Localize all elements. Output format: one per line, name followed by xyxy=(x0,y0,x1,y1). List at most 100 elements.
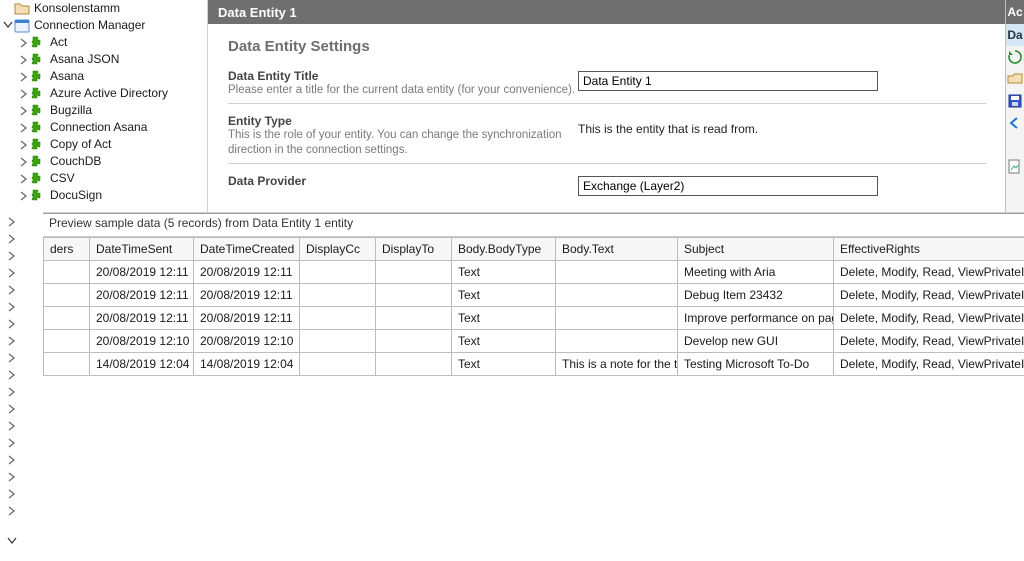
table-cell: Delete, Modify, Read, ViewPrivateI xyxy=(834,353,1024,376)
tree-item[interactable]: CSV xyxy=(0,170,207,187)
expand-icon[interactable] xyxy=(6,404,18,414)
expand-icon[interactable] xyxy=(6,489,18,499)
tree-item[interactable]: Copy of Act xyxy=(0,136,207,153)
preview-grid[interactable]: dersDateTimeSentDateTimeCreatedDisplayCc… xyxy=(43,237,1024,376)
expand-icon[interactable] xyxy=(18,174,30,184)
table-cell: Text xyxy=(452,307,556,330)
column-header[interactable]: DateTimeCreated xyxy=(194,238,300,261)
table-cell: Delete, Modify, Read, ViewPrivateI xyxy=(834,330,1024,353)
collapse-icon[interactable] xyxy=(2,21,14,31)
tree-item-label: Azure Active Directory xyxy=(49,85,168,102)
expand-icon[interactable] xyxy=(6,472,18,482)
table-cell xyxy=(376,353,452,376)
expand-icon[interactable] xyxy=(18,157,30,167)
expand-icon[interactable] xyxy=(18,106,30,116)
table-cell: This is a note for the task xyxy=(556,353,678,376)
connector-icon xyxy=(30,171,46,187)
tree-item[interactable]: Asana JSON xyxy=(0,51,207,68)
expand-icon[interactable] xyxy=(18,55,30,65)
save-icon[interactable] xyxy=(1006,90,1024,112)
table-cell xyxy=(376,284,452,307)
back-icon[interactable] xyxy=(1006,112,1024,134)
column-header[interactable]: DisplayCc xyxy=(300,238,376,261)
tree-item-label: Copy of Act xyxy=(49,136,111,153)
column-header[interactable]: Body.BodyType xyxy=(452,238,556,261)
tree-item-label: Bugzilla xyxy=(49,102,92,119)
table-row[interactable]: 14/08/2019 12:0414/08/2019 12:04 TextThis… xyxy=(44,353,1024,376)
data-provider-input[interactable] xyxy=(578,176,878,196)
table-row[interactable]: 20/08/2019 12:1120/08/2019 12:11TextMeet… xyxy=(44,261,1024,284)
expand-icon[interactable] xyxy=(18,140,30,150)
open-icon[interactable] xyxy=(1006,68,1024,90)
expand-icon[interactable] xyxy=(18,123,30,133)
connection-manager-icon xyxy=(14,18,30,34)
table-cell: 20/08/2019 12:10 xyxy=(194,330,300,353)
expand-icon[interactable] xyxy=(6,387,18,397)
table-cell xyxy=(44,307,90,330)
expand-icon[interactable] xyxy=(18,38,30,48)
column-header[interactable]: EffectiveRights xyxy=(834,238,1024,261)
expand-icon[interactable] xyxy=(6,302,18,312)
tree-item[interactable]: Asana xyxy=(0,68,207,85)
expand-icon[interactable] xyxy=(6,319,18,329)
data-entity-title-input[interactable] xyxy=(578,71,878,91)
tree-item-label: DocuSign xyxy=(49,187,102,204)
table-cell: Delete, Modify, Read, ViewPrivateI xyxy=(834,261,1024,284)
table-cell: Meeting with Aria xyxy=(678,261,834,284)
tree-item[interactable]: CouchDB xyxy=(0,153,207,170)
tree-item[interactable]: DocuSign xyxy=(0,187,207,204)
collapse-icon[interactable] xyxy=(6,537,18,547)
expand-icon[interactable] xyxy=(6,353,18,363)
column-header[interactable]: DateTimeSent xyxy=(90,238,194,261)
expand-icon[interactable] xyxy=(6,268,18,278)
table-row[interactable]: 20/08/2019 12:1020/08/2019 12:10TextDeve… xyxy=(44,330,1024,353)
spacer xyxy=(1006,134,1024,156)
table-cell: Text xyxy=(452,284,556,307)
tree-connection-manager[interactable]: Connection Manager xyxy=(0,17,207,34)
separator xyxy=(228,103,986,104)
table-cell: 14/08/2019 12:04 xyxy=(90,353,194,376)
expand-icon[interactable] xyxy=(6,251,18,261)
tree-item[interactable]: Connection Asana xyxy=(0,119,207,136)
tree-item-label: Act xyxy=(49,34,67,51)
column-header[interactable]: Body.Text xyxy=(556,238,678,261)
refresh-icon[interactable] xyxy=(1006,46,1024,68)
expand-icon[interactable] xyxy=(6,285,18,295)
tree-root[interactable]: Konsolenstamm xyxy=(0,0,207,17)
table-row[interactable]: 20/08/2019 12:1120/08/2019 12:11TextDebu… xyxy=(44,284,1024,307)
table-cell: Improve performance on page 6 xyxy=(678,307,834,330)
table-cell: Debug Item 23432 xyxy=(678,284,834,307)
table-cell xyxy=(44,353,90,376)
tree-item[interactable]: Bugzilla xyxy=(0,102,207,119)
table-row[interactable]: 20/08/2019 12:1120/08/2019 12:11TextImpr… xyxy=(44,307,1024,330)
table-cell: 14/08/2019 12:04 xyxy=(194,353,300,376)
expand-icon[interactable] xyxy=(6,234,18,244)
data-icon[interactable]: Da xyxy=(1006,24,1024,46)
expand-icon[interactable] xyxy=(6,506,18,516)
tree-item[interactable]: Azure Active Directory xyxy=(0,85,207,102)
preview-title: Preview sample data (5 records) from Dat… xyxy=(43,214,1024,237)
table-cell xyxy=(556,284,678,307)
settings-heading: Data Entity Settings xyxy=(228,38,986,55)
tree-item[interactable]: Act xyxy=(0,34,207,51)
column-header[interactable]: DisplayTo xyxy=(376,238,452,261)
table-cell: Develop new GUI xyxy=(678,330,834,353)
expand-icon[interactable] xyxy=(6,217,18,227)
table-cell: Text xyxy=(452,353,556,376)
table-cell: 20/08/2019 12:11 xyxy=(194,307,300,330)
expand-icon[interactable] xyxy=(6,438,18,448)
doc-icon[interactable] xyxy=(1006,156,1024,178)
expand-icon[interactable] xyxy=(18,89,30,99)
column-header[interactable]: ders xyxy=(44,238,90,261)
expand-icon[interactable] xyxy=(6,336,18,346)
expand-icon[interactable] xyxy=(18,72,30,82)
table-cell xyxy=(300,284,376,307)
table-cell xyxy=(300,353,376,376)
connector-icon xyxy=(30,86,46,102)
expand-icon[interactable] xyxy=(6,370,18,380)
expand-icon[interactable] xyxy=(6,455,18,465)
tree-item-label: CouchDB xyxy=(49,153,101,170)
column-header[interactable]: Subject xyxy=(678,238,834,261)
expand-icon[interactable] xyxy=(6,421,18,431)
expand-icon[interactable] xyxy=(18,191,30,201)
